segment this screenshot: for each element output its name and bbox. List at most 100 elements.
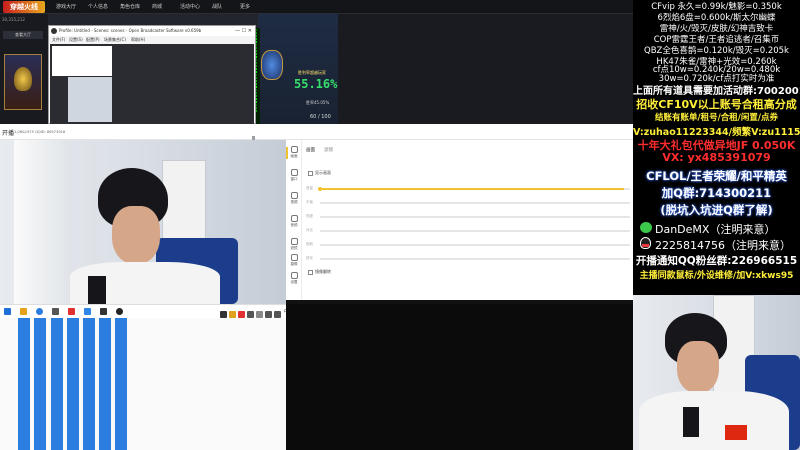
nav-item-filter[interactable]: 滤镜 [287,238,301,254]
slider-contrast[interactable]: 对比 [306,228,633,234]
slider-track[interactable] [320,202,630,204]
folder-icon[interactable] [20,308,27,315]
game-user-id: 30,315,212 [2,17,25,22]
tray-icon[interactable] [229,311,236,318]
game-tab[interactable]: 游戏大厅 [56,2,76,12]
game-topbar: 穿越火线 游戏大厅 个人信息 角色仓库 商城 活动中心 战队 更多 [0,0,633,14]
overlay-vx: VX: yx485391079 [662,151,771,164]
obs-icon[interactable] [100,308,107,315]
obs-logo-icon [51,28,57,34]
media-icon[interactable] [116,308,123,315]
window-icon [290,169,298,176]
overlay-qq: 2225814756（注明来意） [655,239,791,252]
tab-filter[interactable]: 滤镜 [324,147,333,153]
tab-display[interactable]: 画面 [306,147,315,153]
audio-icon [290,215,298,222]
blue-bar [34,318,46,450]
stream-screen: 穿越火线 游戏大厅 个人信息 角色仓库 商城 活动中心 战队 更多 30,315… [0,0,800,450]
overlay-partner: 结账有账单/租号/合租/闲置/点券 [655,113,778,123]
app-icon[interactable] [52,308,59,315]
menu-settings[interactable]: 设置(S) [69,37,83,43]
checkbox[interactable] [308,170,313,176]
checkbox[interactable] [308,269,313,275]
shirt-logo [88,276,106,304]
volume-icon[interactable] [274,311,281,318]
game-background-area [338,14,633,124]
dark-area [286,304,633,450]
obs-menubar: 文件(F) 设置(S) 配置(P) 场景集合(C) 帮助(H) [49,36,255,44]
checkbox-label: 镜像翻转 [315,269,331,274]
start-icon[interactable] [4,308,11,315]
blue-bar [83,318,95,450]
window-controls[interactable]: — ☐ ✕ [235,26,252,36]
slider-balance[interactable]: 平衡 [306,200,633,206]
game-left-panel: 30,315,212 查看大厅 [0,14,48,124]
blue-bar-panel [0,318,286,450]
game-icon[interactable] [68,308,75,315]
stream-title: 开播 [2,130,15,137]
slider-track[interactable] [320,230,630,232]
slider-volume[interactable]: 音量 [306,186,633,192]
tray-icon[interactable] [247,311,254,318]
menu-scene-collection[interactable]: 场景集合(C) [104,37,126,43]
nav-item-audio[interactable]: 音频 [287,215,301,231]
rank-emblem-icon [261,50,283,80]
show-display-checkbox[interactable]: 显示画面 [308,170,331,176]
blue-bar [115,318,127,450]
filter-icon [290,238,298,245]
slider-handle[interactable] [318,187,322,191]
video-icon [290,192,298,199]
overlay-vx-line: V:zuhao11223344/频繁V:zu111555 [633,127,800,138]
nav-item-settings[interactable]: 设置 [287,272,301,288]
winrate: 胜率45.05% [306,100,330,105]
edge-icon[interactable] [36,308,43,315]
game-lobby-button[interactable]: 查看大厅 [3,31,43,39]
checkbox-label: 显示画面 [315,170,331,175]
slider-label: 对比 [306,228,313,232]
blue-bar [51,318,63,450]
menu-profile[interactable]: 配置(P) [86,37,100,43]
slider-brightness[interactable]: 亮度 [306,214,633,220]
nav-item-window[interactable]: 窗口 [287,169,301,185]
game-tab[interactable]: 战队 [212,2,222,12]
stream-ids: 1,06&1975 QQID: 86573918 [14,130,66,134]
nav-item-camera[interactable]: 摄像 [287,254,301,270]
percent-value: 55.16% [294,77,338,91]
camera-icon [290,254,298,261]
game-tab[interactable]: 角色仓库 [120,2,140,12]
nav-item-video[interactable]: 视频 [287,192,301,208]
game-tab[interactable]: 个人信息 [88,2,108,12]
game-logo: 穿越火线 [3,1,45,13]
menu-file[interactable]: 文件(F) [52,37,65,43]
slider-label: 亮度 [306,214,313,218]
nav-item-display[interactable]: 画面 [287,146,301,162]
network-icon[interactable] [265,311,272,318]
qq-icon[interactable] [84,308,91,315]
slider-label: 锐化 [306,256,313,260]
slider-track[interactable] [320,216,630,218]
game-tab[interactable]: 活动中心 [180,2,200,12]
slider-sharpness[interactable]: 锐化 [306,256,633,262]
slider-saturation[interactable]: 饱和 [306,242,633,248]
menu-help[interactable]: 帮助(H) [131,37,145,43]
slider-track[interactable] [320,258,630,260]
tray-icon[interactable] [238,311,245,318]
game-tab[interactable]: 商城 [152,2,162,12]
game-tab[interactable]: 更多 [240,2,250,12]
rank-card-image [4,54,42,110]
streamer-face [677,341,719,393]
slider-fill [318,187,624,191]
obs-window[interactable]: Profile: Untitled - Scenes: scenes - Ope… [48,25,256,124]
slider-label: 饱和 [306,242,313,246]
tray-icon[interactable] [220,311,227,318]
obs-titlebar[interactable]: Profile: Untitled - Scenes: scenes - Ope… [49,26,255,36]
tray-icon[interactable] [256,311,263,318]
obs-webcam-preview [68,77,112,122]
slider-label: 音量 [306,186,313,190]
blue-bar [18,318,30,450]
mirror-checkbox[interactable]: 镜像翻转 [308,269,331,275]
slider-track[interactable] [318,187,630,191]
slider-track[interactable] [320,244,630,246]
obs-title-text: Profile: Untitled - Scenes: scenes - Ope… [59,28,202,33]
windows-taskbar: 中 18:12 2022/4/24 [0,304,333,318]
